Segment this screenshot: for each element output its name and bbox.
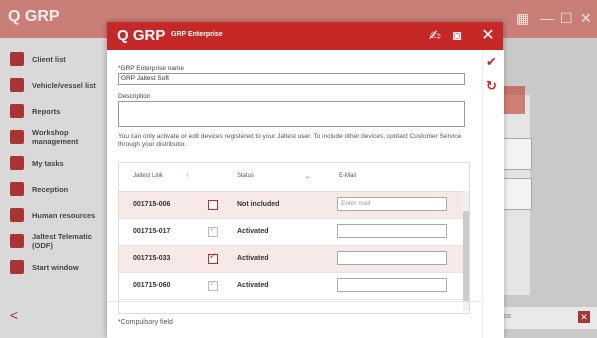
signature-icon[interactable]: ✍	[429, 27, 441, 44]
workshop-icon	[10, 130, 24, 144]
reports-icon	[10, 104, 24, 118]
check-icon: ✓	[209, 278, 217, 288]
include-checkbox[interactable]: ✓	[208, 278, 218, 291]
refresh-icon[interactable]: ↻	[486, 78, 497, 94]
device-code: 001715-017	[133, 228, 171, 235]
background-status-text: tor.	[503, 313, 513, 320]
sidebar-item-label: Human resources	[32, 210, 96, 220]
sidebar-item-reception[interactable]: Reception	[0, 176, 107, 202]
footer-divider	[107, 301, 482, 302]
sidebar-item-client-list[interactable]: Client list	[0, 46, 107, 72]
sidebar-item-start-window[interactable]: Start window	[0, 254, 107, 280]
device-code: 001715-033	[133, 255, 171, 262]
tasks-icon	[10, 156, 24, 170]
dialog-actions: ✔ ↻	[482, 50, 504, 338]
scrollbar-thumb[interactable]	[463, 211, 469, 301]
background-field	[500, 178, 532, 210]
vehicle-icon	[10, 78, 24, 92]
column-jaltest-link[interactable]: Jaltest Link	[133, 173, 163, 179]
device-code: 001715-006	[133, 201, 171, 208]
table-row[interactable]: 001715-017 ✓ Activated	[119, 219, 463, 246]
email-input[interactable]: Enter mail	[337, 197, 447, 211]
human-resources-icon	[10, 208, 24, 222]
table-row[interactable]: 001715-033 ✓ Activated	[119, 246, 463, 273]
table-header: Jaltest Link ↑ Status ⌄ E-Mail	[119, 163, 469, 192]
sidebar-item-label: My tasks	[32, 158, 64, 168]
include-checkbox[interactable]	[208, 200, 218, 210]
email-input[interactable]	[337, 278, 447, 292]
sidebar-item-human-resources[interactable]: Human resources	[0, 202, 107, 228]
app-logo: Q GRP	[8, 8, 60, 25]
minimize-icon[interactable]: —	[540, 10, 554, 26]
column-email[interactable]: E-Mail	[339, 173, 356, 179]
table-row[interactable]: 001715-060 ✓ Activated	[119, 273, 463, 300]
enterprise-name-label: *GRP Enterprise name	[118, 65, 184, 72]
table-row[interactable]: 001715-006 Not included Enter mail	[119, 192, 463, 219]
sidebar-item-label: Client list	[32, 54, 66, 64]
sidebar-item-my-tasks[interactable]: My tasks	[0, 150, 107, 176]
reception-icon	[10, 182, 24, 196]
apps-grid-icon[interactable]: ▦	[516, 10, 529, 27]
description-label: Description	[118, 93, 151, 100]
home-icon	[10, 260, 24, 274]
dialog-logo: Q GRP	[117, 27, 166, 44]
background-dismiss-icon[interactable]: ✕	[578, 311, 590, 323]
info-text: You can only activate or edit devices re…	[118, 133, 462, 148]
enterprise-name-input[interactable]: GRP Jaltest Soft	[118, 73, 465, 85]
sidebar-item-label: Reception	[32, 184, 69, 194]
sidebar-item-label: Vehicle/vessel list	[32, 80, 96, 90]
dialog-close-button[interactable]: ✕	[476, 22, 500, 50]
sidebar-item-reports[interactable]: Reports	[0, 98, 107, 124]
sidebar-item-label: Reports	[32, 106, 61, 116]
email-input[interactable]	[337, 224, 447, 238]
window-close-icon[interactable]: ✕	[580, 10, 592, 27]
confirm-icon[interactable]: ✔	[486, 54, 497, 70]
maximize-icon[interactable]: ☐	[560, 10, 573, 27]
sidebar-item-label: Jaltest Telematic (ODF)	[32, 232, 92, 250]
status-dropdown-icon[interactable]: ⌄	[305, 173, 310, 180]
table-scrollbar[interactable]	[463, 191, 469, 311]
check-icon: ✓	[209, 251, 217, 261]
device-status: Activated	[237, 282, 269, 289]
device-status: Not included	[237, 201, 280, 208]
device-status: Activated	[237, 228, 269, 235]
client-list-icon	[10, 52, 24, 66]
sidebar-item-telematic[interactable]: Jaltest Telematic (ODF)	[0, 228, 107, 254]
description-input[interactable]	[118, 101, 465, 127]
dialog-title: GRP Enterprise	[171, 31, 223, 38]
compulsory-note: *Compulsory field	[118, 319, 173, 326]
sidebar-item-vehicle-list[interactable]: Vehicle/vessel list	[0, 72, 107, 98]
sidebar: Client list Vehicle/vessel list Reports …	[0, 38, 107, 338]
column-status[interactable]: Status	[237, 173, 254, 179]
sort-arrow-icon[interactable]: ↑	[186, 173, 189, 179]
sidebar-item-label: Workshop management	[32, 128, 79, 146]
include-checkbox[interactable]: ✓	[208, 224, 218, 237]
camera-icon[interactable]: ◙	[453, 27, 461, 43]
device-code: 001715-060	[133, 282, 171, 289]
telematic-icon	[10, 234, 24, 248]
sidebar-item-label: Start window	[32, 262, 79, 272]
include-checkbox[interactable]: ✓	[208, 251, 218, 264]
devices-table: Jaltest Link ↑ Status ⌄ E-Mail 001715-00…	[118, 162, 470, 314]
dialog-header: Q GRP GRP Enterprise ✍ ◙	[107, 22, 503, 50]
back-icon[interactable]: <	[10, 307, 18, 323]
check-icon: ✓	[209, 224, 217, 234]
sidebar-item-workshop[interactable]: Workshop management	[0, 124, 107, 150]
background-field	[500, 138, 532, 170]
email-input[interactable]	[337, 251, 447, 265]
device-status: Activated	[237, 255, 269, 262]
enterprise-dialog: Q GRP GRP Enterprise ✍ ◙ *GRP Enterprise…	[107, 22, 504, 338]
